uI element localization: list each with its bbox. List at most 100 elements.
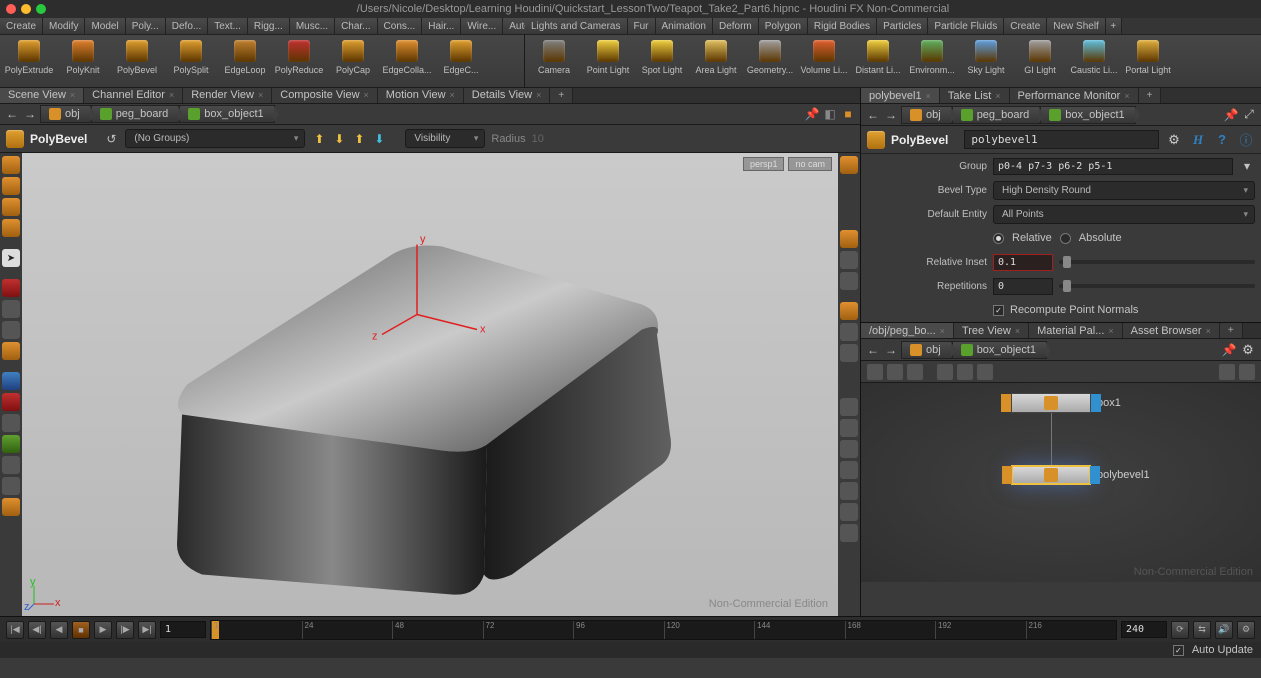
rotate-tool-icon[interactable] bbox=[2, 321, 20, 339]
shelf-tab[interactable]: Particles bbox=[877, 18, 928, 34]
recompute-checkbox[interactable] bbox=[993, 305, 1004, 316]
move-tool-icon[interactable] bbox=[2, 300, 20, 318]
reps-input[interactable] bbox=[993, 278, 1053, 295]
realtime-icon[interactable]: ⟳ bbox=[1171, 621, 1189, 639]
close-tab-icon[interactable]: × bbox=[1124, 91, 1129, 101]
pin-icon[interactable]: 📌 bbox=[1223, 107, 1239, 123]
expand-icon[interactable]: ⤢ bbox=[1241, 107, 1257, 123]
pane-tab[interactable]: Performance Monitor× bbox=[1010, 88, 1139, 103]
zoom-window-icon[interactable] bbox=[36, 4, 46, 14]
pin-icon[interactable]: 📌 bbox=[1221, 342, 1237, 358]
shelf-tool[interactable]: Geometry... bbox=[745, 39, 795, 83]
breadcrumb-segment[interactable]: obj bbox=[40, 105, 91, 123]
shelf-tool[interactable]: Volume Li... bbox=[799, 39, 849, 83]
close-tab-icon[interactable]: × bbox=[1206, 326, 1211, 336]
next-key-icon[interactable]: |▶ bbox=[116, 621, 134, 639]
pane-tab[interactable]: Details View× bbox=[464, 88, 551, 103]
breadcrumb-segment[interactable]: box_object1 bbox=[1040, 106, 1135, 124]
pane-tab[interactable]: Asset Browser× bbox=[1123, 323, 1220, 338]
sel-toggle-icon[interactable]: ⬆ bbox=[351, 131, 367, 147]
entity-dropdown[interactable]: All Points bbox=[993, 205, 1255, 224]
view-tool-icon[interactable] bbox=[2, 435, 20, 453]
snap-multi-icon[interactable] bbox=[2, 414, 20, 432]
shelf-tab[interactable]: Model bbox=[85, 18, 125, 34]
shelf-tab[interactable]: Create bbox=[1004, 18, 1047, 34]
global-anim-icon[interactable]: ⚙ bbox=[1237, 621, 1255, 639]
pane-tab[interactable]: Composite View× bbox=[272, 88, 378, 103]
shelf-tool[interactable]: Portal Light bbox=[1123, 39, 1173, 83]
sel-add-icon[interactable]: ⬆ bbox=[311, 131, 327, 147]
group-input[interactable] bbox=[993, 158, 1233, 175]
layout-icon[interactable] bbox=[977, 364, 993, 380]
back-icon[interactable]: ← bbox=[865, 342, 881, 358]
pane-tab[interactable]: polybevel1× bbox=[861, 88, 940, 103]
shelf-tab[interactable]: Deform bbox=[713, 18, 759, 34]
camera-menu[interactable]: persp1 bbox=[743, 157, 785, 171]
cube-icon[interactable]: ◧ bbox=[822, 106, 838, 122]
shelf-tab[interactable]: Create bbox=[0, 18, 43, 34]
flag-icon[interactable]: ■ bbox=[840, 106, 856, 122]
pane-tab[interactable]: Take List× bbox=[940, 88, 1010, 103]
shelf-tool[interactable]: EdgeLoop bbox=[220, 39, 270, 83]
minimize-window-icon[interactable] bbox=[21, 4, 31, 14]
shelf-tab[interactable]: Cons... bbox=[378, 18, 423, 34]
range-icon[interactable]: ⇆ bbox=[1193, 621, 1211, 639]
shelf-tab[interactable]: Animation bbox=[656, 18, 713, 34]
inset-input[interactable] bbox=[993, 254, 1053, 271]
find-node-icon[interactable] bbox=[957, 364, 973, 380]
shelf-tool[interactable]: PolyExtrude bbox=[4, 39, 54, 83]
audio-icon[interactable]: 🔊 bbox=[1215, 621, 1233, 639]
pane-tab[interactable]: /obj/peg_bo...× bbox=[861, 323, 954, 338]
close-tab-icon[interactable]: × bbox=[258, 90, 263, 100]
last-frame-icon[interactable]: ▶| bbox=[138, 621, 156, 639]
current-frame-input[interactable] bbox=[160, 621, 206, 638]
group-menu-icon[interactable]: ▾ bbox=[1239, 158, 1255, 174]
auto-update-checkbox[interactable] bbox=[1173, 645, 1184, 656]
end-frame-input[interactable] bbox=[1121, 621, 1167, 638]
shelf-tab[interactable]: Modify bbox=[43, 18, 85, 34]
close-tab-icon[interactable]: × bbox=[1108, 326, 1113, 336]
op-name-input[interactable] bbox=[964, 130, 1159, 149]
shelf-tool[interactable]: PolyBevel bbox=[112, 39, 162, 83]
forward-icon[interactable]: → bbox=[883, 342, 899, 358]
breadcrumb-segment[interactable]: box_object1 bbox=[952, 341, 1047, 359]
add-tab-icon[interactable]: + bbox=[550, 88, 573, 103]
shelf-tool[interactable]: PolySplit bbox=[166, 39, 216, 83]
shade-mode-icon[interactable] bbox=[840, 230, 858, 248]
arrow-icon[interactable]: ➤ bbox=[2, 249, 20, 267]
add-node-icon[interactable] bbox=[937, 364, 953, 380]
shelf-tool[interactable]: Area Light bbox=[691, 39, 741, 83]
wire-mode-icon[interactable] bbox=[840, 251, 858, 269]
shelf-tab[interactable]: Rigid Bodies bbox=[808, 18, 877, 34]
close-tab-icon[interactable]: × bbox=[450, 90, 455, 100]
reps-slider[interactable] bbox=[1059, 284, 1255, 288]
close-tab-icon[interactable]: × bbox=[70, 90, 75, 100]
shelf-tool[interactable]: PolyKnit bbox=[58, 39, 108, 83]
breadcrumb-segment[interactable]: peg_board bbox=[952, 106, 1041, 124]
inspect-icon[interactable] bbox=[2, 477, 20, 495]
display-options-icon[interactable] bbox=[840, 156, 858, 174]
tree-mode-icon[interactable] bbox=[887, 364, 903, 380]
play-icon[interactable]: ▶ bbox=[94, 621, 112, 639]
gear-icon[interactable]: ⚙ bbox=[1239, 341, 1257, 359]
shelf-tab[interactable]: Wire... bbox=[461, 18, 503, 34]
shelf-tool[interactable]: Caustic Li... bbox=[1069, 39, 1119, 83]
help-icon[interactable]: ? bbox=[1213, 131, 1231, 149]
pane-tab[interactable]: Motion View× bbox=[378, 88, 464, 103]
zoom-icon[interactable] bbox=[1219, 364, 1235, 380]
points-icon[interactable] bbox=[840, 461, 858, 479]
material-icon[interactable] bbox=[840, 323, 858, 341]
shelf-tab[interactable]: Text... bbox=[208, 18, 248, 34]
time-ruler[interactable]: 124487296120144168192216 bbox=[210, 620, 1117, 640]
shading-menu[interactable]: no cam bbox=[788, 157, 832, 171]
shelf-tab[interactable]: Poly... bbox=[126, 18, 166, 34]
info-icon[interactable]: ⓘ bbox=[1237, 131, 1255, 149]
uv-icon[interactable] bbox=[840, 440, 858, 458]
inset-slider[interactable] bbox=[1059, 260, 1255, 264]
forward-icon[interactable]: → bbox=[883, 107, 899, 123]
visibility-dropdown[interactable]: Visibility bbox=[405, 129, 485, 148]
close-tab-icon[interactable]: × bbox=[169, 90, 174, 100]
marker-icon[interactable] bbox=[840, 398, 858, 416]
pane-tab[interactable]: Material Pal...× bbox=[1029, 323, 1123, 338]
breadcrumb-segment[interactable]: box_object1 bbox=[179, 105, 274, 123]
